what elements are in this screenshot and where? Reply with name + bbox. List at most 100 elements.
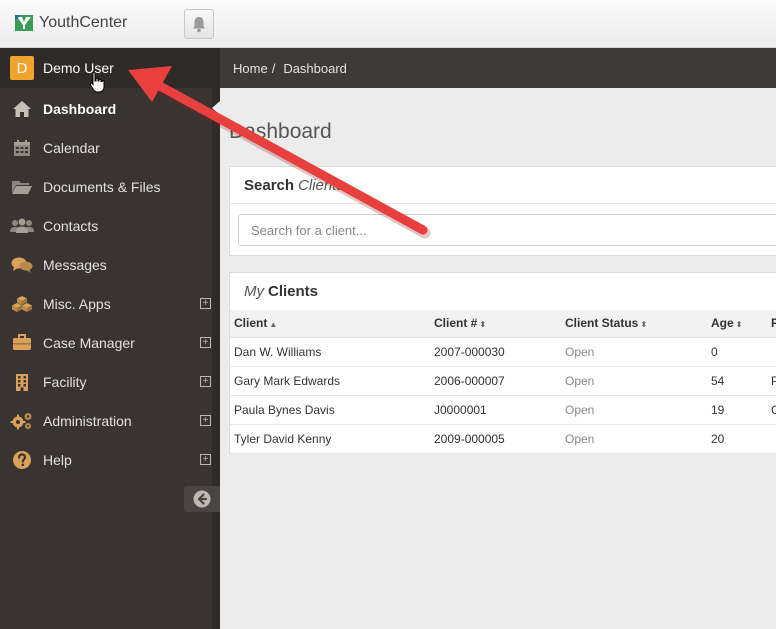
expand-icon[interactable]: + <box>200 454 211 465</box>
my-clients-panel: My Clients Client ▲ Client # ⬍ Client Stat… <box>229 272 776 454</box>
cubes-icon <box>10 294 34 314</box>
column-header-age[interactable]: Age ⬍ <box>707 310 767 338</box>
comments-icon <box>10 255 34 275</box>
briefcase-icon <box>10 333 34 353</box>
active-indicator <box>212 101 220 115</box>
column-label: Client # <box>434 316 478 331</box>
breadcrumb-separator: / <box>271 60 276 76</box>
client-name[interactable]: Tyler David Kenny <box>230 424 430 454</box>
sidebar-item-label: Case Manager <box>43 334 135 351</box>
search-title-italic: Clients <box>298 176 344 194</box>
sidebar-item-dashboard[interactable]: Dashboard <box>0 89 220 128</box>
panel-header: My Clients <box>230 273 776 309</box>
avatar: D <box>10 56 34 80</box>
sidebar-item-label: Documents & Files <box>43 178 161 195</box>
sidebar-item-administration[interactable]: Administration + <box>0 401 220 440</box>
client-extra <box>767 424 776 454</box>
panel-header: Search Clients <box>230 167 776 204</box>
client-name[interactable]: Paula Bynes Davis <box>230 395 430 425</box>
table-row[interactable]: Dan W. Williams 2007-000030 Open 0 <box>230 337 776 367</box>
column-label: Client <box>234 316 268 331</box>
sidebar-item-label: Messages <box>43 256 107 273</box>
sidebar-item-label: Contacts <box>43 217 99 234</box>
page-title: Dashboard <box>229 120 332 143</box>
user-name[interactable]: Demo User <box>43 60 114 76</box>
gears-icon <box>10 411 34 431</box>
expand-icon[interactable]: + <box>200 298 211 309</box>
client-status: Open <box>561 424 707 454</box>
sidebar-item-case-manager[interactable]: Case Manager + <box>0 323 220 362</box>
client-number: 2009-000005 <box>430 424 561 454</box>
sidebar-item-messages[interactable]: Messages <box>0 245 220 284</box>
folder-open-icon <box>10 177 34 197</box>
client-age: 0 <box>707 337 767 367</box>
client-status: Open <box>561 366 707 396</box>
sidebar-nav: Dashboard Calendar Documents & Files Con… <box>0 89 220 479</box>
client-age: 19 <box>707 395 767 425</box>
sidebar-item-label: Help <box>43 451 72 468</box>
column-header-extra[interactable]: P <box>767 310 776 338</box>
table-header-row: Client ▲ Client # ⬍ Client Status ⬍ Age ⬍ P <box>230 310 776 338</box>
building-icon <box>10 372 34 392</box>
users-icon <box>10 216 34 236</box>
search-title-bold: Search <box>244 176 295 194</box>
sidebar-item-label: Calendar <box>43 139 100 156</box>
search-clients-panel: Search Clients <box>229 166 776 256</box>
client-extra <box>767 337 776 367</box>
client-age: 20 <box>707 424 767 454</box>
calendar-icon <box>10 138 34 158</box>
arrow-left-circle-icon <box>193 490 211 508</box>
client-name[interactable]: Dan W. Williams <box>230 337 430 367</box>
table-row[interactable]: Tyler David Kenny 2009-000005 Open 20 <box>230 424 776 454</box>
column-label: Age <box>711 316 734 331</box>
client-name[interactable]: Gary Mark Edwards <box>230 366 430 396</box>
collapse-sidebar-button[interactable] <box>184 486 220 512</box>
client-number: 2007-000030 <box>430 337 561 367</box>
sort-icon: ⬍ <box>640 320 648 330</box>
sidebar-item-help[interactable]: Help + <box>0 440 220 479</box>
expand-icon[interactable]: + <box>200 415 211 426</box>
question-circle-icon <box>10 450 34 470</box>
bell-icon <box>193 16 205 32</box>
column-header-client-number[interactable]: Client # ⬍ <box>430 310 561 338</box>
youthcenter-logo-icon <box>15 15 33 31</box>
sidebar-item-label: Misc. Apps <box>43 295 111 312</box>
client-number: J0000001 <box>430 395 561 425</box>
app-name: YouthCenter <box>39 14 128 31</box>
column-header-client[interactable]: Client ▲ <box>230 310 430 338</box>
client-extra: C <box>767 395 776 425</box>
client-status: Open <box>561 337 707 367</box>
client-age: 54 <box>707 366 767 396</box>
table-row[interactable]: Gary Mark Edwards 2006-000007 Open 54 P <box>230 366 776 396</box>
breadcrumb: Home / Dashboard <box>220 48 776 88</box>
column-label: Client Status <box>565 316 639 331</box>
sidebar-item-label: Facility <box>43 373 87 390</box>
sidebar: D Demo User Dashboard Calendar Documents… <box>0 48 220 629</box>
client-extra: P <box>767 366 776 396</box>
clients-title-bold: Clients <box>268 282 319 300</box>
top-bar: YouthCenter <box>0 0 776 48</box>
sidebar-item-label: Dashboard <box>43 100 117 117</box>
clients-title-italic: My <box>244 282 264 300</box>
column-header-client-status[interactable]: Client Status ⬍ <box>561 310 707 338</box>
expand-icon[interactable]: + <box>200 376 211 387</box>
table-row[interactable]: Paula Bynes Davis J0000001 Open 19 C <box>230 395 776 425</box>
breadcrumb-home-link[interactable]: Home <box>233 61 268 76</box>
sidebar-item-documents[interactable]: Documents & Files <box>0 167 220 206</box>
user-menu[interactable]: D Demo User <box>0 48 220 88</box>
app-logo[interactable]: YouthCenter <box>14 12 127 34</box>
expand-icon[interactable]: + <box>200 337 211 348</box>
sidebar-item-label: Administration <box>43 412 132 429</box>
notifications-button[interactable] <box>184 9 214 39</box>
client-number: 2006-000007 <box>430 366 561 396</box>
sort-icon: ⬍ <box>735 320 743 330</box>
sidebar-item-calendar[interactable]: Calendar <box>0 128 220 167</box>
client-search-input[interactable] <box>238 214 776 246</box>
sidebar-item-facility[interactable]: Facility + <box>0 362 220 401</box>
breadcrumb-current: Dashboard <box>283 60 347 76</box>
clients-table: Client ▲ Client # ⬍ Client Status ⬍ Age ⬍ P … <box>230 310 776 454</box>
sidebar-item-misc-apps[interactable]: Misc. Apps + <box>0 284 220 323</box>
sort-icon: ⬍ <box>479 320 487 330</box>
sidebar-item-contacts[interactable]: Contacts <box>0 206 220 245</box>
sort-asc-icon: ▲ <box>269 320 278 330</box>
